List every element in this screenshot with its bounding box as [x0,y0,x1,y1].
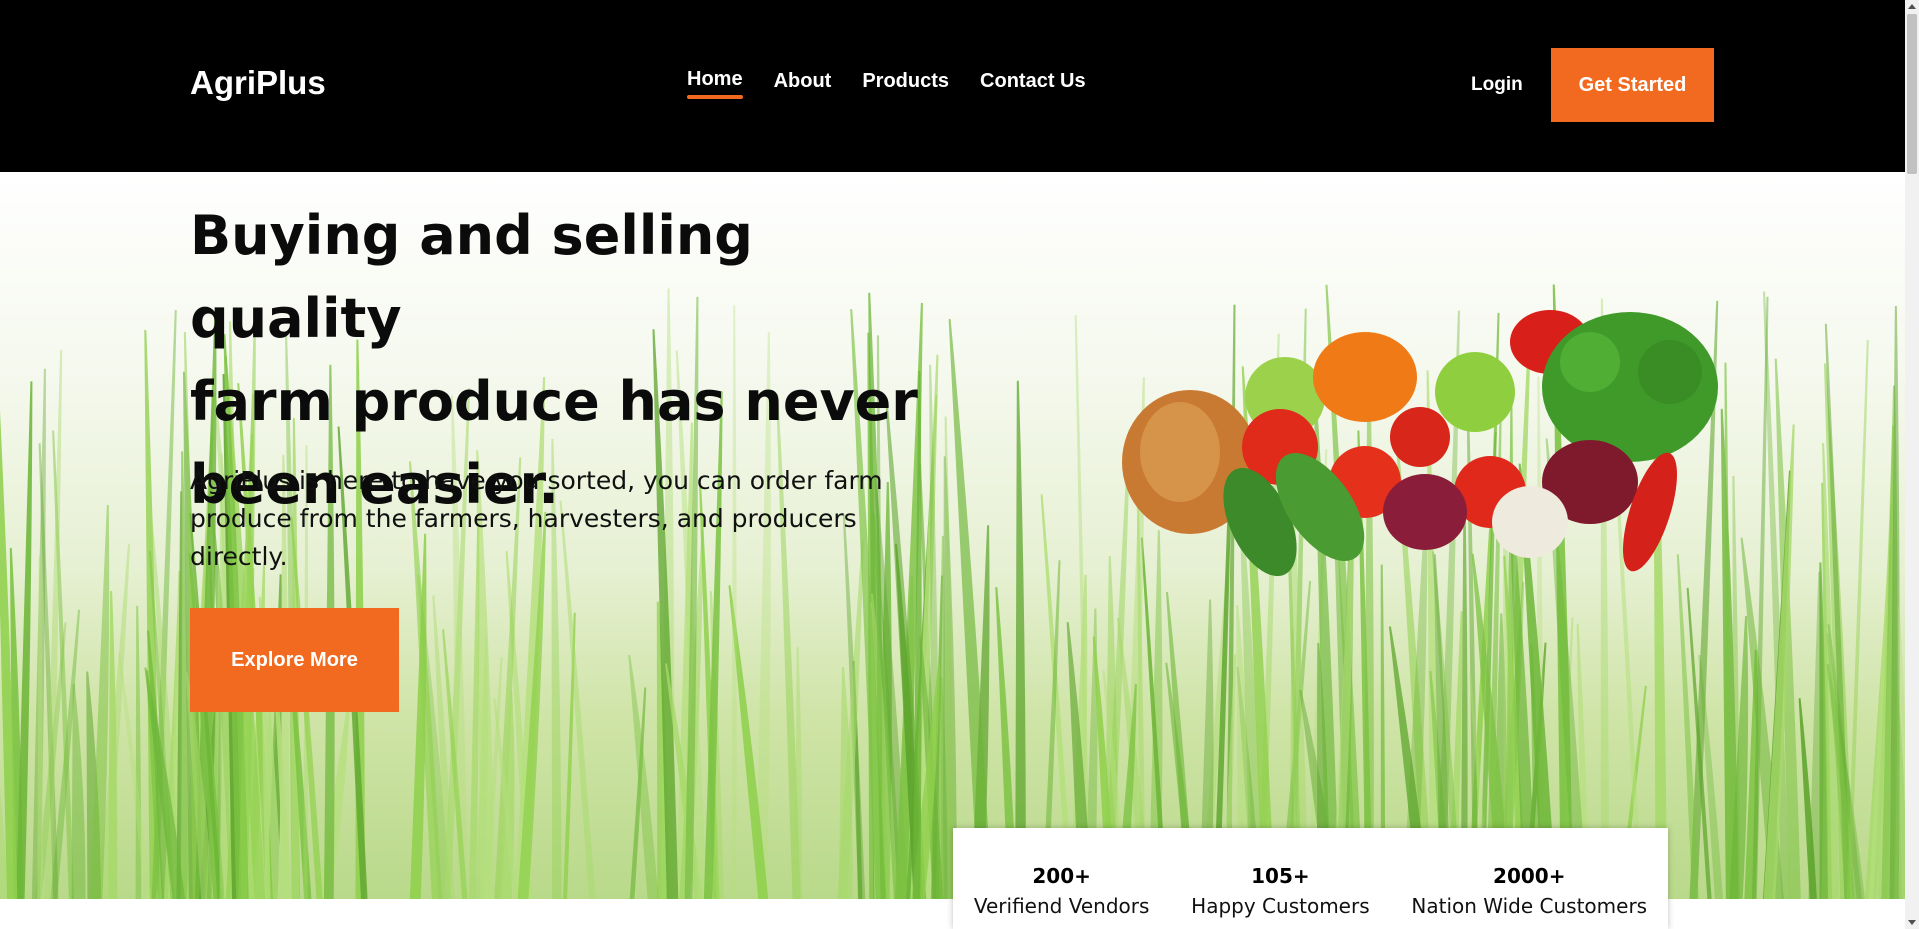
stats-card: 200+ Verifiend Vendors 105+ Happy Custom… [953,828,1668,929]
stat-label: Happy Customers [1191,894,1370,918]
scroll-up-arrow-icon[interactable] [1908,4,1916,9]
stat-nationwide-customers: 2000+ Nation Wide Customers [1411,864,1647,929]
hero-section: Buying and selling quality farm produce … [0,172,1905,899]
stat-value: 2000+ [1493,864,1566,888]
vegetables-image [1122,310,1718,577]
stat-label: Nation Wide Customers [1411,894,1648,918]
stat-happy-customers: 105+ Happy Customers [1191,864,1369,929]
hero-subtext: AgriPlus is here to have you sorted, you… [190,466,883,571]
stat-vendors: 200+ Verifiend Vendors [974,864,1150,929]
headline-line-2: farm produce has never [190,370,918,433]
main-nav: Home About Products Contact Us [687,68,1117,99]
get-started-button[interactable]: Get Started [1551,48,1714,122]
nav-home[interactable]: Home [687,68,743,99]
vertical-scrollbar[interactable] [1905,0,1919,929]
stat-label: Verifiend Vendors [973,894,1150,918]
explore-more-button[interactable]: Explore More [190,608,399,712]
site-header: AgriPlus Home About Products Contact Us … [0,0,1905,172]
login-link[interactable]: Login [1471,74,1523,96]
nav-products[interactable]: Products [862,70,949,93]
nav-contact-us[interactable]: Contact Us [980,70,1086,93]
logo[interactable]: AgriPlus [190,64,326,102]
scroll-down-arrow-icon[interactable] [1908,920,1916,925]
stat-value: 105+ [1251,864,1310,888]
nav-about[interactable]: About [774,70,832,93]
scroll-thumb[interactable] [1907,14,1917,174]
headline-line-1: Buying and selling quality [190,204,753,350]
stat-value: 200+ [1032,864,1091,888]
